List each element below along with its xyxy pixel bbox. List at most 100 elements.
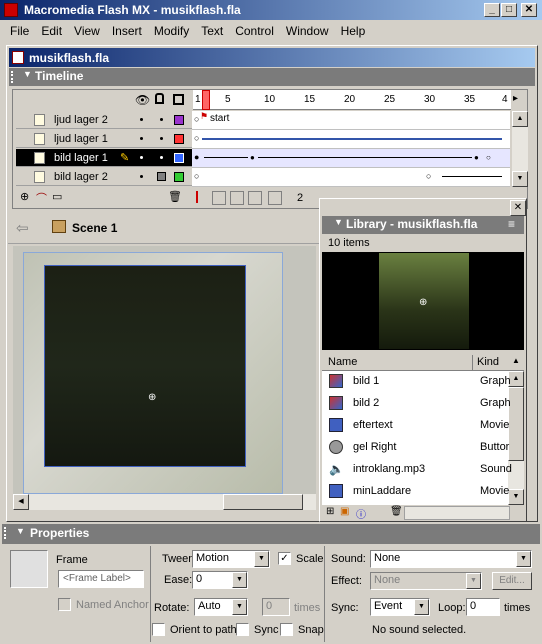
timeline-menu-icon[interactable]: ▸ bbox=[513, 93, 518, 104]
menu-text[interactable]: Text bbox=[195, 21, 229, 38]
frame-track[interactable]: ○ bbox=[192, 130, 510, 149]
layer-row[interactable]: ljud lager 2 bbox=[16, 111, 192, 129]
onion-markers-button[interactable] bbox=[268, 191, 282, 205]
new-symbol-icon[interactable]: ⊞ bbox=[326, 506, 334, 517]
scroll-down-button[interactable]: ▼ bbox=[512, 171, 528, 187]
rotate-times-input[interactable]: 0 bbox=[262, 598, 290, 616]
back-arrow-icon[interactable]: ⇦ bbox=[16, 219, 29, 237]
menu-edit[interactable]: Edit bbox=[35, 21, 68, 38]
frame-track[interactable]: ○ ⚑ start bbox=[192, 111, 510, 130]
edit-multiple-button[interactable] bbox=[248, 191, 262, 205]
chevron-down-icon[interactable]: ▼ bbox=[232, 572, 247, 588]
timeline-header[interactable]: ▼ Timeline bbox=[9, 68, 535, 86]
stage-canvas[interactable]: ⊕ bbox=[23, 252, 283, 494]
delete-icon[interactable]: 🗑 bbox=[390, 506, 403, 517]
stage-hscrollbar[interactable]: ◀ bbox=[13, 494, 316, 510]
edit-button[interactable]: Edit... bbox=[492, 572, 532, 590]
scale-checkbox[interactable]: ✓ bbox=[278, 552, 291, 565]
visible-dot[interactable] bbox=[140, 137, 143, 140]
list-item[interactable]: bild 2 Graph bbox=[323, 392, 511, 414]
library-header[interactable]: ▼ Library - musikflash.fla ≡ bbox=[322, 216, 524, 234]
scroll-up-button[interactable]: ▲ bbox=[512, 111, 528, 127]
layer-color-swatch[interactable] bbox=[174, 134, 184, 144]
layer-row[interactable]: bild lager 2 bbox=[16, 168, 192, 186]
panel-grip[interactable] bbox=[4, 527, 10, 539]
menu-file[interactable]: File bbox=[4, 21, 35, 38]
chevron-down-icon[interactable]: ▼ bbox=[414, 599, 429, 615]
library-hscrollbar[interactable] bbox=[404, 506, 510, 520]
sort-icon[interactable]: ▲ bbox=[512, 356, 520, 365]
lock-icon[interactable] bbox=[155, 93, 164, 104]
properties-icon[interactable]: ⓘ bbox=[356, 506, 366, 521]
lock-dot[interactable] bbox=[160, 118, 163, 121]
grass-image[interactable]: ⊕ bbox=[44, 265, 246, 467]
menu-window[interactable]: Window bbox=[280, 21, 335, 38]
sync-checkbox[interactable] bbox=[236, 623, 249, 636]
menu-view[interactable]: View bbox=[68, 21, 106, 38]
column-name[interactable]: Name bbox=[328, 356, 357, 368]
lock-dot[interactable] bbox=[160, 156, 163, 159]
column-kind[interactable]: Kind bbox=[477, 356, 499, 368]
tween-select[interactable]: Motion ▼ bbox=[192, 550, 270, 568]
visible-dot[interactable] bbox=[140, 156, 143, 159]
scene-name[interactable]: Scene 1 bbox=[72, 221, 117, 235]
menu-control[interactable]: Control bbox=[229, 21, 280, 38]
library-scrollbar[interactable]: ▲ ▼ bbox=[508, 371, 524, 505]
timeline-scrollbar[interactable]: ▲ ▼ bbox=[512, 111, 528, 187]
layer-row[interactable]: ljud lager 1 bbox=[16, 130, 192, 148]
list-item[interactable]: gel Right Buttor bbox=[323, 436, 509, 458]
chevron-down-icon[interactable]: ▼ bbox=[232, 599, 247, 615]
layer-color-swatch[interactable] bbox=[174, 115, 184, 125]
loop-input[interactable]: 0 bbox=[466, 598, 500, 616]
insert-layer-icon[interactable]: ⊕ bbox=[20, 190, 29, 203]
effect-select[interactable]: None ▼ bbox=[370, 572, 482, 590]
app-titlebar[interactable]: Macromedia Flash MX - musikflash.fla _ □… bbox=[0, 0, 542, 20]
ease-input[interactable]: 0 ▼ bbox=[192, 571, 248, 589]
frame-label-input[interactable]: <Frame Label> bbox=[58, 570, 144, 588]
snap-checkbox[interactable] bbox=[280, 623, 293, 636]
options-menu-icon[interactable]: ≡ bbox=[508, 217, 515, 231]
layer-row[interactable]: bild lager 1 ✎ bbox=[16, 149, 192, 167]
list-item[interactable]: eftertext Movie bbox=[323, 414, 509, 436]
visible-dot[interactable] bbox=[140, 175, 143, 178]
document-titlebar[interactable]: musikflash.fla bbox=[9, 48, 535, 67]
properties-header[interactable]: ▼ Properties bbox=[2, 524, 540, 544]
list-item[interactable]: minLaddare Movie bbox=[323, 480, 509, 502]
layer-color-swatch[interactable] bbox=[174, 172, 184, 182]
scroll-left-button[interactable]: ◀ bbox=[13, 494, 29, 510]
outline-icon[interactable] bbox=[173, 94, 184, 105]
new-folder-icon[interactable]: ▣ bbox=[340, 506, 349, 517]
sync-select[interactable]: Event ▼ bbox=[370, 598, 430, 616]
maximize-button[interactable]: □ bbox=[501, 3, 517, 17]
list-item[interactable]: 🔈 introklang.mp3 Sound bbox=[323, 458, 512, 480]
list-item[interactable]: bild 1 Graph bbox=[323, 370, 511, 392]
orient-to-path-checkbox[interactable] bbox=[152, 623, 165, 636]
named-anchor-checkbox[interactable] bbox=[58, 598, 71, 611]
library-close-button[interactable]: ✕ bbox=[510, 200, 526, 216]
minimize-button[interactable]: _ bbox=[484, 3, 500, 17]
onion-skin-button[interactable] bbox=[212, 191, 226, 205]
chevron-down-icon[interactable]: ▼ bbox=[254, 551, 269, 567]
frame-track[interactable]: ○ ○ bbox=[192, 168, 510, 187]
menu-help[interactable]: Help bbox=[335, 21, 372, 38]
chevron-down-icon[interactable]: ▼ bbox=[466, 573, 481, 589]
stage-area[interactable]: ⊕ bbox=[13, 246, 316, 494]
sound-select[interactable]: None ▼ bbox=[370, 550, 532, 568]
scroll-down-button[interactable]: ▼ bbox=[508, 489, 524, 505]
frame-track[interactable]: ● ● ● ○ bbox=[192, 149, 510, 168]
playhead[interactable] bbox=[202, 90, 210, 110]
lock-icon[interactable] bbox=[157, 172, 166, 181]
menu-modify[interactable]: Modify bbox=[148, 21, 195, 38]
insert-folder-icon[interactable]: ▭ bbox=[52, 190, 62, 203]
trash-icon[interactable]: 🗑 bbox=[168, 190, 182, 203]
panel-grip[interactable] bbox=[11, 71, 17, 83]
lock-dot[interactable] bbox=[160, 137, 163, 140]
close-button[interactable]: ✕ bbox=[521, 3, 537, 17]
onion-outline-button[interactable] bbox=[230, 191, 244, 205]
scroll-thumb[interactable] bbox=[223, 494, 303, 510]
visible-dot[interactable] bbox=[140, 118, 143, 121]
rotate-select[interactable]: Auto ▼ bbox=[194, 598, 248, 616]
layer-color-swatch[interactable] bbox=[174, 153, 184, 163]
menu-insert[interactable]: Insert bbox=[106, 21, 148, 38]
center-frame-icon[interactable] bbox=[196, 191, 206, 203]
